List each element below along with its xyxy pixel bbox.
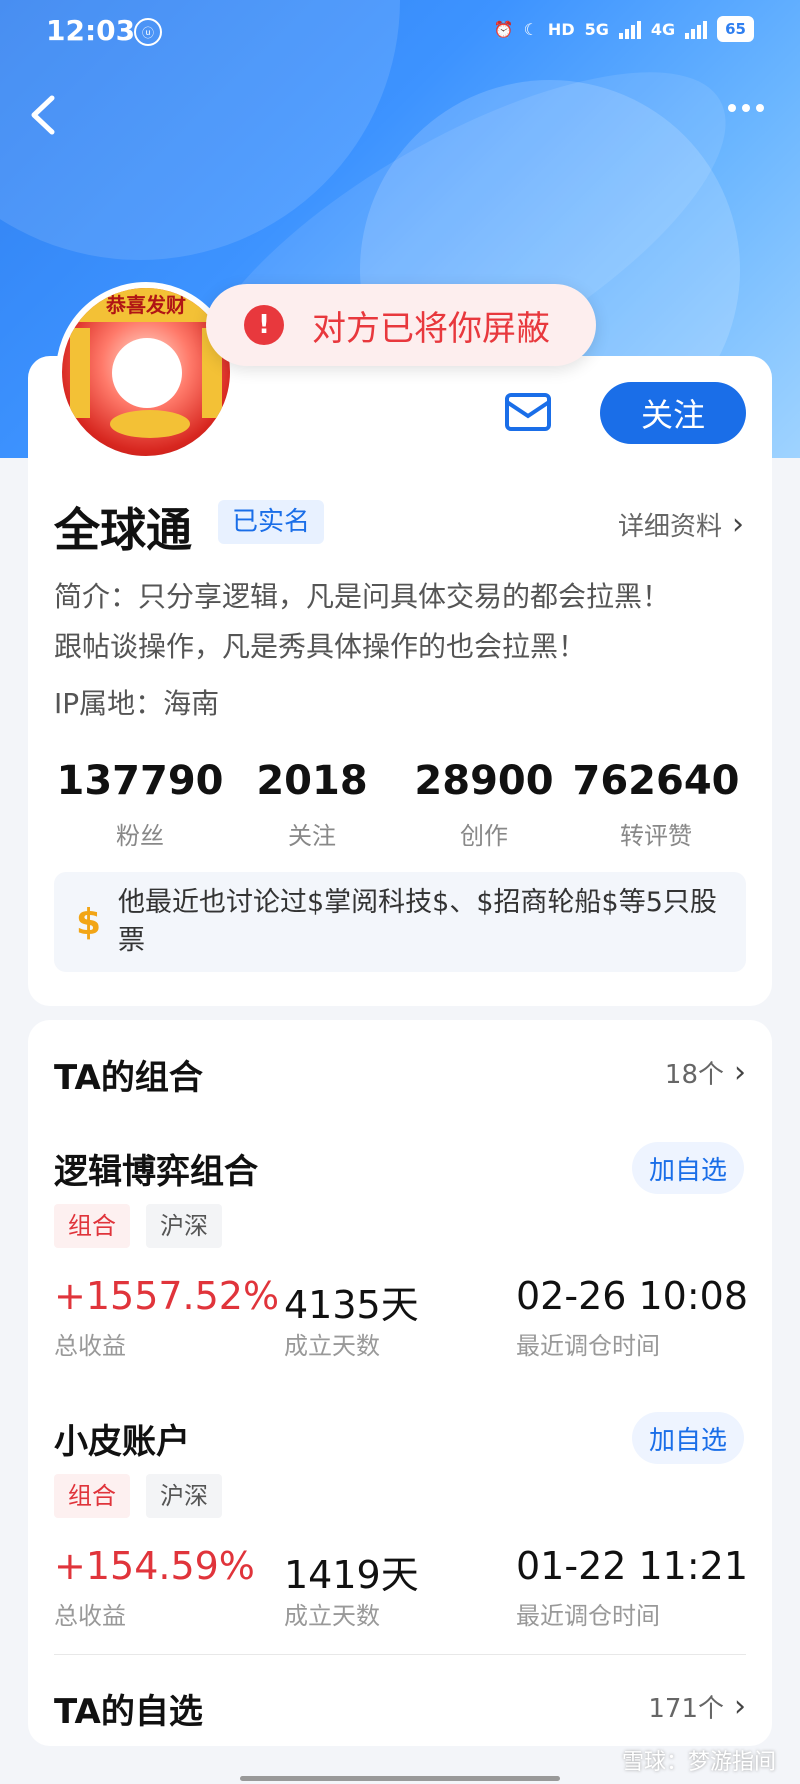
stat-followers[interactable]: 137790 粉丝 — [54, 758, 226, 851]
ip-location: IP属地：海南 — [54, 687, 220, 720]
chevron-right-icon: › — [734, 1689, 746, 1724]
stat-value: 2018 — [256, 758, 368, 804]
tag-combo: 组合 — [54, 1204, 130, 1248]
5g-label: 5G — [584, 19, 609, 39]
mail-icon[interactable] — [504, 392, 552, 432]
portfolio-section-title: TA的组合 — [54, 1058, 203, 1098]
stat-value: 762640 — [572, 758, 740, 804]
stock-mention-banner[interactable]: $ 他最近也讨论过$掌阅科技$、$招商轮船$等5只股票 — [54, 872, 746, 972]
tag-combo: 组合 — [54, 1474, 130, 1518]
total-return-label: 总收益 — [54, 1332, 126, 1360]
add-watch-button[interactable]: 加自选 — [632, 1412, 744, 1464]
stat-label: 创作 — [460, 822, 508, 850]
status-icons: ⏰ ☾ HD 5G 4G 65 — [494, 16, 754, 42]
stat-value: 137790 — [56, 758, 224, 804]
more-dots-icon[interactable] — [728, 104, 764, 112]
days-value: 1419天 — [284, 1553, 419, 1597]
portfolio-name[interactable]: 逻辑博弈组合 — [54, 1144, 258, 1193]
detail-label: 详细资料 — [617, 512, 722, 542]
stats-row: 137790 粉丝 2018 关注 28900 创作 762640 转评赞 — [54, 758, 744, 851]
avatar-banner-text: 恭喜发财 — [62, 288, 230, 322]
divider — [54, 1654, 746, 1655]
chevron-right-icon: › — [734, 1055, 746, 1090]
signal-icon-2 — [685, 19, 708, 39]
4g-label: 4G — [650, 19, 676, 39]
toast-text: 对方已将你屏蔽 — [312, 308, 550, 349]
last-rebalance-label: 最近调仓时间 — [516, 1332, 660, 1360]
total-return: +1557.52% — [54, 1274, 280, 1318]
days-value: 4135天 — [284, 1283, 419, 1327]
days-label: 成立天数 — [284, 1332, 380, 1360]
stat-label: 关注 — [288, 822, 336, 850]
watchlist-section-title: TA的自选 — [54, 1692, 203, 1732]
status-indicator-icon: ⓤ — [134, 18, 162, 46]
watchlist-count: 171个 — [648, 1694, 724, 1724]
signal-icon — [618, 19, 641, 39]
total-return: +154.59% — [54, 1544, 255, 1588]
tag-market: 沪深 — [146, 1204, 222, 1248]
days-label: 成立天数 — [284, 1602, 380, 1630]
mention-text: 他最近也讨论过$掌阅科技$、$招商轮船$等5只股票 — [118, 887, 717, 956]
portfolio-card — [28, 1020, 772, 1746]
stat-value: 28900 — [414, 758, 554, 804]
tag-market: 沪深 — [146, 1474, 222, 1518]
dollar-icon: $ — [76, 902, 102, 943]
home-indicator[interactable] — [240, 1776, 560, 1781]
portfolio-count: 18个 — [664, 1060, 724, 1090]
stat-label: 转评赞 — [620, 822, 692, 850]
follow-button[interactable]: 关注 — [600, 382, 746, 444]
stat-posts[interactable]: 28900 创作 — [398, 758, 570, 851]
portfolio-name[interactable]: 小皮账户 — [54, 1414, 190, 1463]
total-return-label: 总收益 — [54, 1602, 126, 1630]
user-name: 全球通 — [54, 503, 192, 557]
portfolio-count-link[interactable]: 18个 › — [665, 1054, 746, 1091]
stat-interactions[interactable]: 762640 转评赞 — [570, 758, 742, 851]
bio-line-2: 跟帖谈操作，凡是秀具体操作的也会拉黑！ — [54, 630, 587, 663]
chevron-right-icon: › — [732, 507, 744, 542]
bio: 简介：只分享逻辑，凡是问具体交易的都会拉黑！ 跟帖谈操作，凡是秀具体操作的也会拉… — [54, 572, 744, 672]
add-watch-button[interactable]: 加自选 — [632, 1142, 744, 1194]
stat-following[interactable]: 2018 关注 — [226, 758, 398, 851]
alarm-icon: ⏰ — [493, 19, 514, 39]
watermark: 雪球：梦游指间 — [621, 1750, 776, 1775]
back-arrow-icon[interactable] — [26, 92, 60, 138]
blocked-toast: ! 对方已将你屏蔽 — [206, 284, 596, 366]
status-time: 12:03 — [46, 14, 136, 47]
exclamation-icon: ! — [244, 305, 284, 345]
moon-icon: ☾ — [523, 19, 538, 39]
detail-profile-link[interactable]: 详细资料 › — [618, 506, 744, 543]
verified-badge: 已实名 — [218, 500, 325, 544]
last-rebalance-time: 02-26 10:08 — [516, 1274, 749, 1318]
last-rebalance-label: 最近调仓时间 — [516, 1602, 660, 1630]
status-bar: 12:03 ⓤ ⏰ ☾ HD 5G 4G 65 — [0, 0, 800, 66]
last-rebalance-time: 01-22 11:21 — [516, 1544, 749, 1588]
bio-line-1: 简介：只分享逻辑，凡是问具体交易的都会拉黑！ — [54, 580, 671, 613]
battery-icon: 65 — [717, 16, 754, 42]
stat-label: 粉丝 — [116, 822, 164, 850]
watchlist-count-link[interactable]: 171个 › — [648, 1688, 746, 1725]
hd-label: HD — [547, 19, 575, 39]
